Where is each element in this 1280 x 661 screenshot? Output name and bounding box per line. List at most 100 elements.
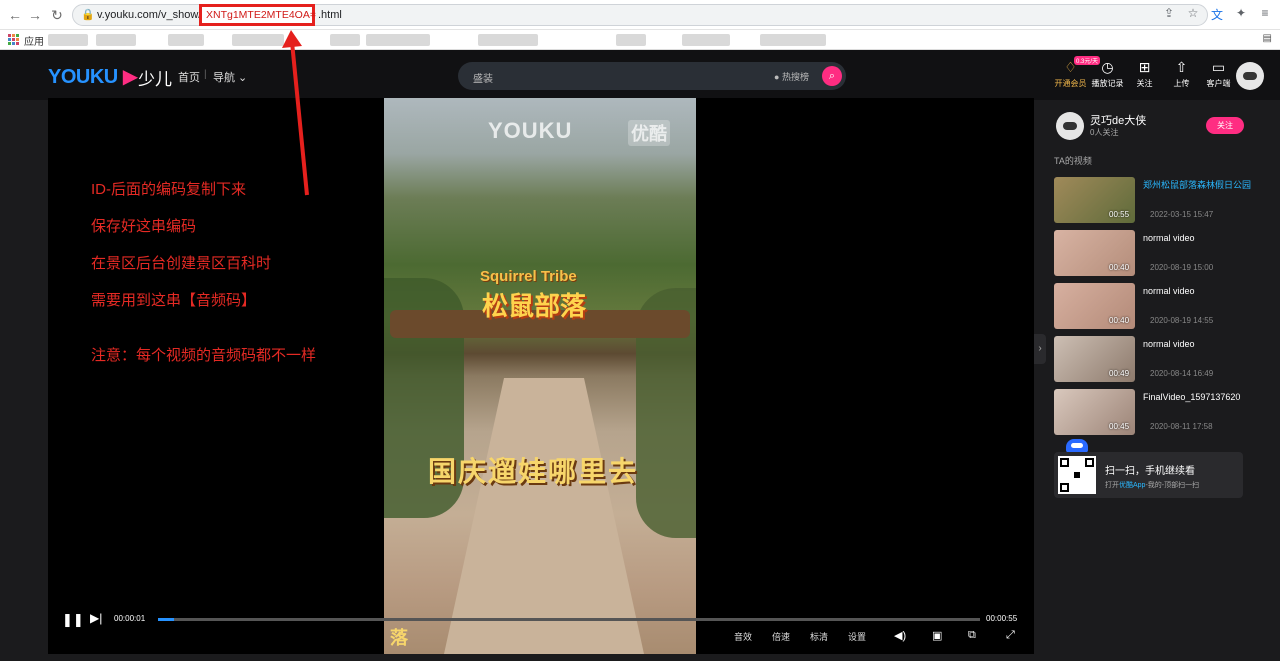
video-title[interactable]: normal video — [1143, 338, 1253, 351]
blurred-bookmark — [616, 34, 646, 46]
video-frame[interactable]: YOUKU 优酷 Squirrel Tribe 松鼠部落 国庆遛娃哪里去 落 — [384, 98, 696, 654]
upload-icon: ⇧ — [1175, 59, 1188, 75]
apps-icon[interactable] — [8, 34, 19, 45]
list-item[interactable]: 00:40 normal video 2020-08-19 15:00 — [1054, 230, 1254, 276]
reading-list-icon[interactable]: ▤ — [1263, 33, 1272, 44]
qr-title: 扫一扫，手机继续看 — [1105, 466, 1195, 477]
annotation-line: 保存好这串编码 — [91, 218, 197, 235]
video-duration: 00:40 — [1109, 263, 1130, 272]
annotation-line: 在景区后台创建景区百科时 — [91, 255, 272, 272]
upload-button[interactable]: ⇧ 上传 — [1163, 58, 1200, 89]
speed-button[interactable]: 倍速 — [772, 630, 790, 643]
blurred-bookmark — [330, 34, 360, 46]
qr-code — [1058, 456, 1096, 494]
diamond-icon: ♢ — [1064, 59, 1077, 75]
follow-icon: ⊞ — [1138, 59, 1151, 75]
scene-sign-en: Squirrel Tribe — [480, 268, 577, 285]
video-date: 2020-08-19 15:00 — [1150, 263, 1214, 272]
video-duration: 00:55 — [1109, 210, 1130, 219]
url-id-highlight: XNTg1MTE2MTE4OA= — [199, 4, 316, 26]
blurred-bookmark — [760, 34, 826, 46]
list-item[interactable]: 00:49 normal video 2020-08-14 16:49 — [1054, 336, 1254, 382]
video-date: 2022-03-15 15:47 — [1150, 210, 1214, 219]
user-avatar[interactable] — [1236, 62, 1264, 90]
channel-name[interactable]: 少儿 — [138, 65, 172, 90]
video-title[interactable]: normal video — [1143, 232, 1253, 245]
audio-effect-button[interactable]: 音效 — [734, 630, 752, 643]
list-item[interactable]: 00:55 郑州松鼠部落森林假日公园 2022-03-15 15:47 — [1054, 177, 1254, 223]
mascot-icon — [1066, 439, 1088, 453]
blurred-bookmark — [366, 34, 430, 46]
client-button[interactable]: ▭ 客户端 — [1200, 58, 1237, 89]
browser-toolbar: ← → ↻ 🔒 v.youku.com/v_show/i XNTg1MTE2MT… — [0, 0, 1280, 30]
blurred-bookmark — [232, 34, 284, 46]
collapse-sidebar-button[interactable]: › — [1034, 334, 1046, 364]
annotation-line: ID-后面的编码复制下来 — [91, 181, 246, 198]
qr-card: 扫一扫，手机继续看 打开优酷App-我的-顶部扫一扫 — [1054, 452, 1243, 498]
lock-icon: 🔒 — [81, 9, 95, 21]
video-subtitle: 国庆遛娃哪里去 — [428, 456, 639, 487]
uploader-name[interactable]: 灵巧de大侠 — [1090, 112, 1146, 128]
nav-menu[interactable]: 导航 ⌄ — [213, 69, 247, 85]
video-title[interactable]: FinalVideo_1597137620 — [1143, 391, 1253, 404]
search-icon[interactable]: ⌕ — [822, 66, 842, 86]
video-title[interactable]: normal video — [1143, 285, 1253, 298]
blurred-bookmark — [48, 34, 88, 46]
uploader-avatar[interactable] — [1056, 112, 1084, 140]
video-player[interactable]: YOUKU 优酷 Squirrel Tribe 松鼠部落 国庆遛娃哪里去 落 I… — [48, 98, 1034, 654]
pause-icon[interactable]: ❚❚ — [62, 612, 84, 628]
settings-button[interactable]: 设置 — [848, 630, 866, 643]
follow-list-button[interactable]: ⊞ 关注 — [1126, 58, 1163, 89]
star-icon[interactable]: ☆ — [1186, 6, 1200, 23]
video-list: 00:55 郑州松鼠部落森林假日公园 2022-03-15 15:47 00:4… — [1054, 177, 1254, 442]
video-watermark-cn: 优酷 — [628, 120, 670, 146]
current-time: 00:00:01 — [114, 614, 146, 623]
video-date: 2020-08-14 16:49 — [1150, 369, 1214, 378]
list-item[interactable]: 00:45 FinalVideo_1597137620 2020-08-11 1… — [1054, 389, 1254, 435]
quality-button[interactable]: 标清 — [810, 630, 828, 643]
site-header: YOUKU ▶ 少儿 首页 | 导航 ⌄ 盛装 ● 热搜榜 ⌕ 0.3元/天 ♢… — [0, 50, 1280, 100]
forward-icon[interactable]: → — [26, 6, 44, 24]
qr-subtitle: 打开优酷App-我的-顶部扫一扫 — [1105, 482, 1200, 489]
blurred-bookmark — [682, 34, 730, 46]
video-date: 2020-08-19 14:55 — [1150, 316, 1214, 325]
fire-icon: ● — [774, 72, 780, 82]
back-icon[interactable]: ← — [6, 6, 24, 24]
apps-label[interactable]: 应用 — [24, 33, 44, 48]
follow-button[interactable]: 关注 — [1206, 117, 1244, 134]
progress-fill — [158, 618, 175, 621]
video-title[interactable]: 郑州松鼠部落森林假日公园 — [1143, 179, 1253, 192]
vip-button[interactable]: ♢ 开通会员 — [1052, 58, 1089, 89]
list-item[interactable]: 00:40 normal video 2020-08-19 14:55 — [1054, 283, 1254, 329]
fullscreen-icon[interactable]: ⤢ — [1006, 629, 1015, 642]
section-title: TA的视频 — [1054, 156, 1092, 166]
history-button[interactable]: ◷ 播放记录 — [1089, 58, 1126, 89]
search-box[interactable]: 盛装 ● 热搜榜 ⌕ — [458, 62, 846, 90]
blurred-bookmark — [478, 34, 538, 46]
pip-icon[interactable]: ⧉ — [968, 629, 976, 642]
share-icon[interactable]: ⇪ — [1162, 6, 1176, 23]
header-actions: ♢ 开通会员 ◷ 播放记录 ⊞ 关注 ⇧ 上传 ▭ 客户端 — [1052, 58, 1237, 89]
video-duration: 00:45 — [1109, 422, 1130, 431]
search-input[interactable]: 盛装 — [473, 70, 493, 85]
annotation-line: 需要用到这串【音频码】 — [91, 292, 257, 309]
video-duration: 00:40 — [1109, 316, 1130, 325]
reading-list-icon[interactable]: ≡ — [1258, 6, 1272, 23]
chevron-down-icon: ⌄ — [235, 72, 248, 84]
bookmarks-bar: 应用 ▤ — [0, 30, 1280, 50]
blurred-bookmark — [96, 34, 136, 46]
nav-home[interactable]: 首页 — [178, 69, 200, 85]
video-bottom-text: 落 — [390, 628, 408, 648]
volume-icon[interactable]: ◀) — [894, 629, 906, 642]
translate-icon[interactable]: 文 — [1210, 6, 1224, 23]
extensions-icon[interactable]: ✦ — [1234, 6, 1248, 23]
video-date: 2020-08-11 17:58 — [1150, 422, 1213, 431]
danmaku-icon[interactable]: ▣ — [932, 629, 942, 642]
progress-bar[interactable] — [158, 618, 980, 621]
uploader-fans: 0人关注 — [1090, 128, 1119, 137]
player-controls: 音效 倍速 标清 设置 — [734, 630, 886, 643]
reload-icon[interactable]: ↻ — [48, 6, 66, 24]
next-icon[interactable]: ▶| — [90, 611, 102, 625]
youku-logo[interactable]: YOUKU ▶ — [48, 64, 138, 89]
hot-search-link[interactable]: ● 热搜榜 — [774, 70, 809, 83]
